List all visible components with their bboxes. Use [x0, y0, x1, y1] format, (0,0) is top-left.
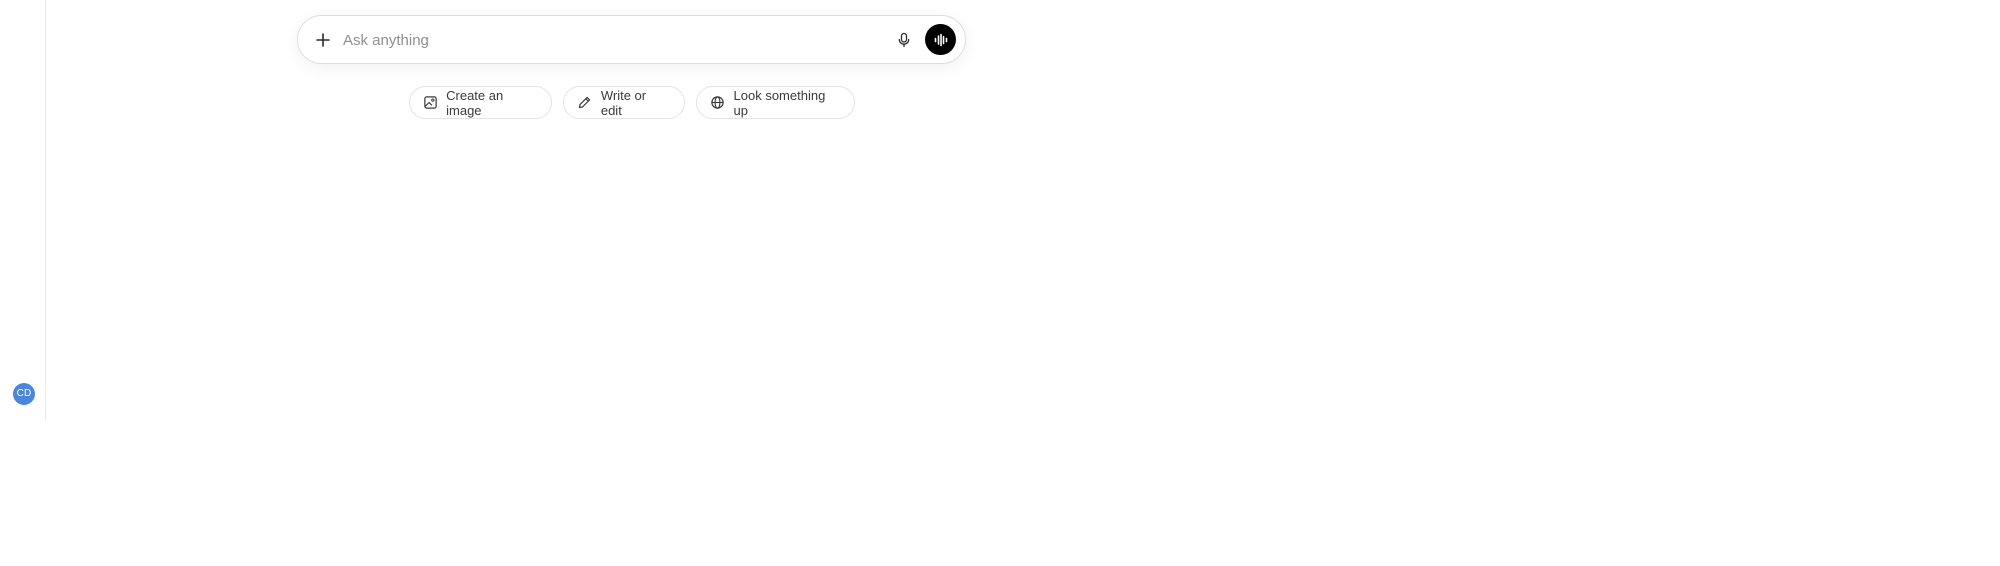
app-root: CD Cre [0, 0, 2000, 566]
suggestion-label: Create an image [446, 87, 504, 118]
add-attachment-button[interactable] [310, 27, 336, 53]
image-icon [423, 95, 438, 111]
suggestion-create-image[interactable]: Create an image [409, 86, 552, 119]
dictate-button[interactable] [891, 27, 917, 53]
plus-icon [316, 33, 330, 47]
pencil-icon [577, 95, 593, 111]
suggestion-look-up[interactable]: Look something up [696, 86, 855, 119]
globe-icon [710, 95, 726, 111]
prompt-composer [297, 15, 966, 64]
avatar[interactable]: CD [13, 383, 35, 405]
suggestion-write-edit[interactable]: Write or edit [563, 86, 685, 119]
microphone-icon [898, 32, 910, 48]
suggestion-label: Write or edit [600, 87, 647, 118]
voice-waveform-icon [934, 33, 947, 46]
sidebar-rail: CD [0, 0, 46, 420]
voice-mode-button[interactable] [925, 24, 956, 55]
suggestion-label: Look something up [733, 87, 826, 118]
prompt-input[interactable] [343, 26, 873, 54]
